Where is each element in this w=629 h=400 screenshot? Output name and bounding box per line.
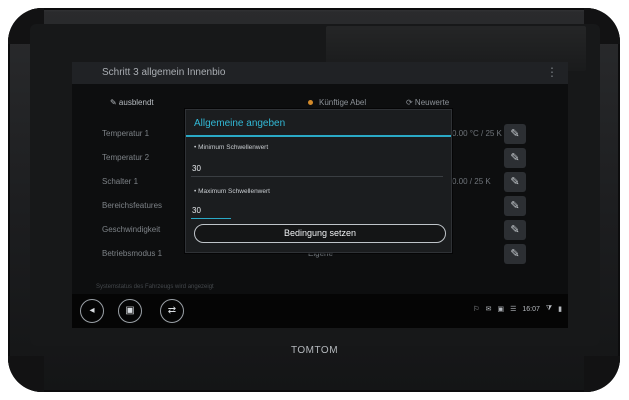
back-icon[interactable]: ◂ bbox=[80, 299, 104, 323]
pencil-icon[interactable]: ✎ bbox=[504, 244, 526, 264]
screenshot-icon: ▣ bbox=[497, 306, 505, 313]
min-threshold-underline bbox=[191, 176, 443, 177]
status-dot-icon bbox=[308, 100, 313, 106]
toolbar-left-button[interactable]: ✎ ausblendt bbox=[110, 98, 154, 107]
max-threshold-underline bbox=[191, 218, 231, 219]
min-threshold-label: • Minimum Schwellenwert bbox=[194, 144, 269, 151]
mail-icon: ✉ bbox=[485, 306, 492, 313]
flag-icon: ⚐ bbox=[473, 306, 480, 313]
brand-logo: TOMTOM bbox=[290, 345, 339, 356]
min-threshold-input[interactable]: 30 bbox=[192, 164, 201, 173]
battery-icon: ▮ bbox=[558, 306, 562, 313]
pencil-icon[interactable]: ✎ bbox=[504, 172, 526, 192]
pencil-icon[interactable]: ✎ bbox=[504, 124, 526, 144]
pencil-icon[interactable]: ✎ bbox=[504, 220, 526, 240]
toolbar-middle-label: Künftige Abel bbox=[319, 98, 367, 107]
device-screen: Schritt 3 allgemein Innenbio ⋮ ✎ ausblen… bbox=[72, 62, 568, 328]
row-label: Geschwindigkeit bbox=[102, 225, 161, 234]
row-label: Temperatur 2 bbox=[102, 153, 150, 162]
clock-time: 16:07 bbox=[522, 305, 540, 313]
bottom-hint: Systemstatus des Fahrzeugs wird angezeig… bbox=[96, 284, 214, 290]
row-label: Bereichsfeatures bbox=[102, 201, 163, 210]
status-area: ⚐ ✉ ▣ ☰ 16:07 ⧩ ▮ bbox=[473, 305, 562, 313]
max-threshold-label: • Maximum Schwellenwert bbox=[194, 188, 270, 195]
wifi-icon: ⧩ bbox=[545, 305, 553, 312]
row-value: 0.00 °C / 25 K bbox=[452, 129, 502, 138]
bumper-bottom-right bbox=[584, 356, 620, 392]
menu-icon: ☰ bbox=[510, 306, 517, 313]
recent-apps-icon[interactable]: ⇄ bbox=[160, 299, 184, 323]
pencil-icon[interactable]: ✎ bbox=[504, 148, 526, 168]
system-nav-bar: ◂ ▣ ⇄ ⚐ ✉ ▣ ☰ 16:07 ⧩ ▮ bbox=[72, 294, 568, 328]
dialog-title-divider bbox=[186, 135, 451, 137]
threshold-dialog: Allgemeine angeben • Minimum Schwellenwe… bbox=[185, 109, 452, 253]
app-title: Schritt 3 allgemein Innenbio bbox=[102, 67, 226, 78]
max-threshold-input[interactable]: 30 bbox=[192, 206, 201, 215]
toolbar-right-button[interactable]: ⟳ Neuwerte bbox=[406, 98, 449, 107]
row-label: Temperatur 1 bbox=[102, 129, 150, 138]
set-condition-button[interactable]: Bedingung setzen bbox=[194, 224, 446, 243]
dialog-title: Allgemeine angeben bbox=[194, 118, 286, 129]
row-label: Betriebsmodus 1 bbox=[102, 249, 163, 258]
more-vertical-icon[interactable]: ⋮ bbox=[546, 65, 558, 79]
toolbar-middle-button[interactable]: Künftige Abel bbox=[308, 98, 366, 107]
row-value: 0.00 / 25 K bbox=[452, 177, 491, 186]
home-icon[interactable]: ▣ bbox=[118, 299, 142, 323]
bumper-bottom-left bbox=[8, 356, 44, 392]
row-label: Schalter 1 bbox=[102, 177, 139, 186]
pencil-icon[interactable]: ✎ bbox=[504, 196, 526, 216]
app-titlebar: Schritt 3 allgemein Innenbio ⋮ bbox=[72, 62, 568, 84]
